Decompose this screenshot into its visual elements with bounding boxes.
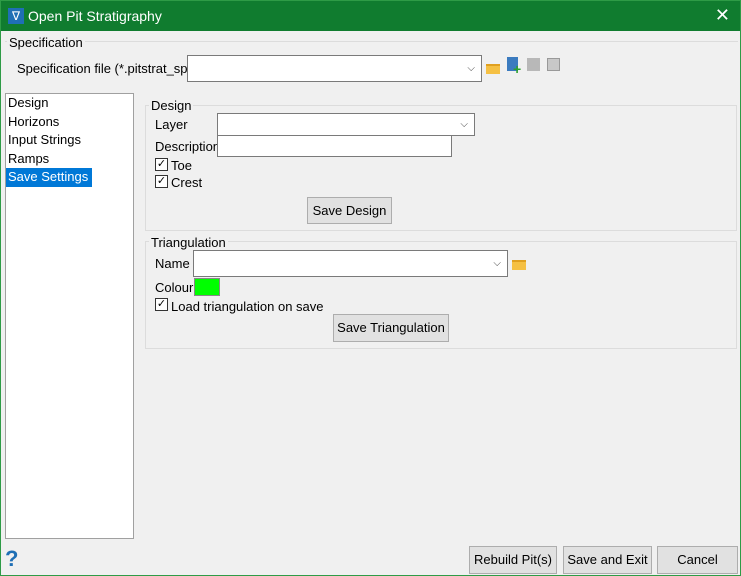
nav-item-input-strings[interactable]: Input Strings bbox=[6, 131, 133, 150]
triangulation-name-combo[interactable]: ⌵ bbox=[193, 250, 508, 277]
cancel-button[interactable]: Cancel bbox=[657, 546, 738, 574]
nav-item-ramps[interactable]: Ramps bbox=[6, 150, 133, 169]
app-icon: ∇ bbox=[8, 8, 24, 24]
save-triangulation-button[interactable]: Save Triangulation bbox=[333, 314, 449, 342]
nav-item-design[interactable]: Design bbox=[6, 94, 133, 113]
rebuild-pits-button[interactable]: Rebuild Pit(s) bbox=[469, 546, 557, 574]
help-icon[interactable]: ? bbox=[5, 546, 18, 572]
colour-label: Colour bbox=[155, 280, 194, 295]
save-and-exit-button[interactable]: Save and Exit bbox=[563, 546, 652, 574]
open-folder-icon[interactable] bbox=[512, 260, 526, 270]
load-triangulation-label: Load triangulation on save bbox=[171, 299, 324, 314]
design-group-label: Design bbox=[149, 98, 194, 113]
toe-label: Toe bbox=[171, 158, 192, 173]
specification-file-combo[interactable]: ⌵ bbox=[187, 55, 482, 82]
chevron-down-icon: ⌵ bbox=[493, 257, 501, 269]
toe-checkbox[interactable]: ✓ bbox=[155, 158, 168, 171]
crest-label: Crest bbox=[171, 175, 203, 190]
load-triangulation-checkbox[interactable]: ✓ bbox=[155, 298, 168, 311]
save-as-icon[interactable] bbox=[547, 58, 560, 71]
save-design-button[interactable]: Save Design bbox=[307, 197, 392, 224]
specification-group-label: Specification bbox=[7, 35, 85, 50]
chevron-down-icon: ⌵ bbox=[467, 62, 475, 74]
layer-label: Layer bbox=[155, 117, 188, 132]
description-label: Description bbox=[155, 139, 221, 154]
chevron-down-icon: ⌵ bbox=[460, 118, 468, 130]
description-input[interactable] bbox=[217, 135, 452, 157]
layer-combo[interactable]: ⌵ bbox=[217, 113, 475, 136]
crest-checkbox[interactable]: ✓ bbox=[155, 175, 168, 188]
triangulation-group-label: Triangulation bbox=[149, 235, 228, 250]
open-folder-icon[interactable] bbox=[486, 64, 500, 74]
colour-swatch[interactable] bbox=[194, 278, 220, 296]
name-label: Name bbox=[155, 256, 190, 271]
dialog-window: ∇ Open Pit Stratigraphy ✕ Specification … bbox=[0, 0, 741, 576]
title-bar: ∇ Open Pit Stratigraphy ✕ bbox=[1, 1, 740, 31]
specification-file-label: Specification file (*.pitstrat_spec) bbox=[17, 61, 206, 76]
new-file-icon[interactable]: + bbox=[507, 57, 521, 77]
settings-nav-list: Design Horizons Input Strings Ramps Save… bbox=[5, 93, 134, 539]
close-icon[interactable]: ✕ bbox=[715, 5, 730, 26]
nav-item-save-settings[interactable]: Save Settings bbox=[6, 168, 93, 187]
save-icon[interactable] bbox=[527, 58, 540, 71]
window-title: Open Pit Stratigraphy bbox=[28, 8, 162, 24]
nav-item-horizons[interactable]: Horizons bbox=[6, 113, 133, 132]
